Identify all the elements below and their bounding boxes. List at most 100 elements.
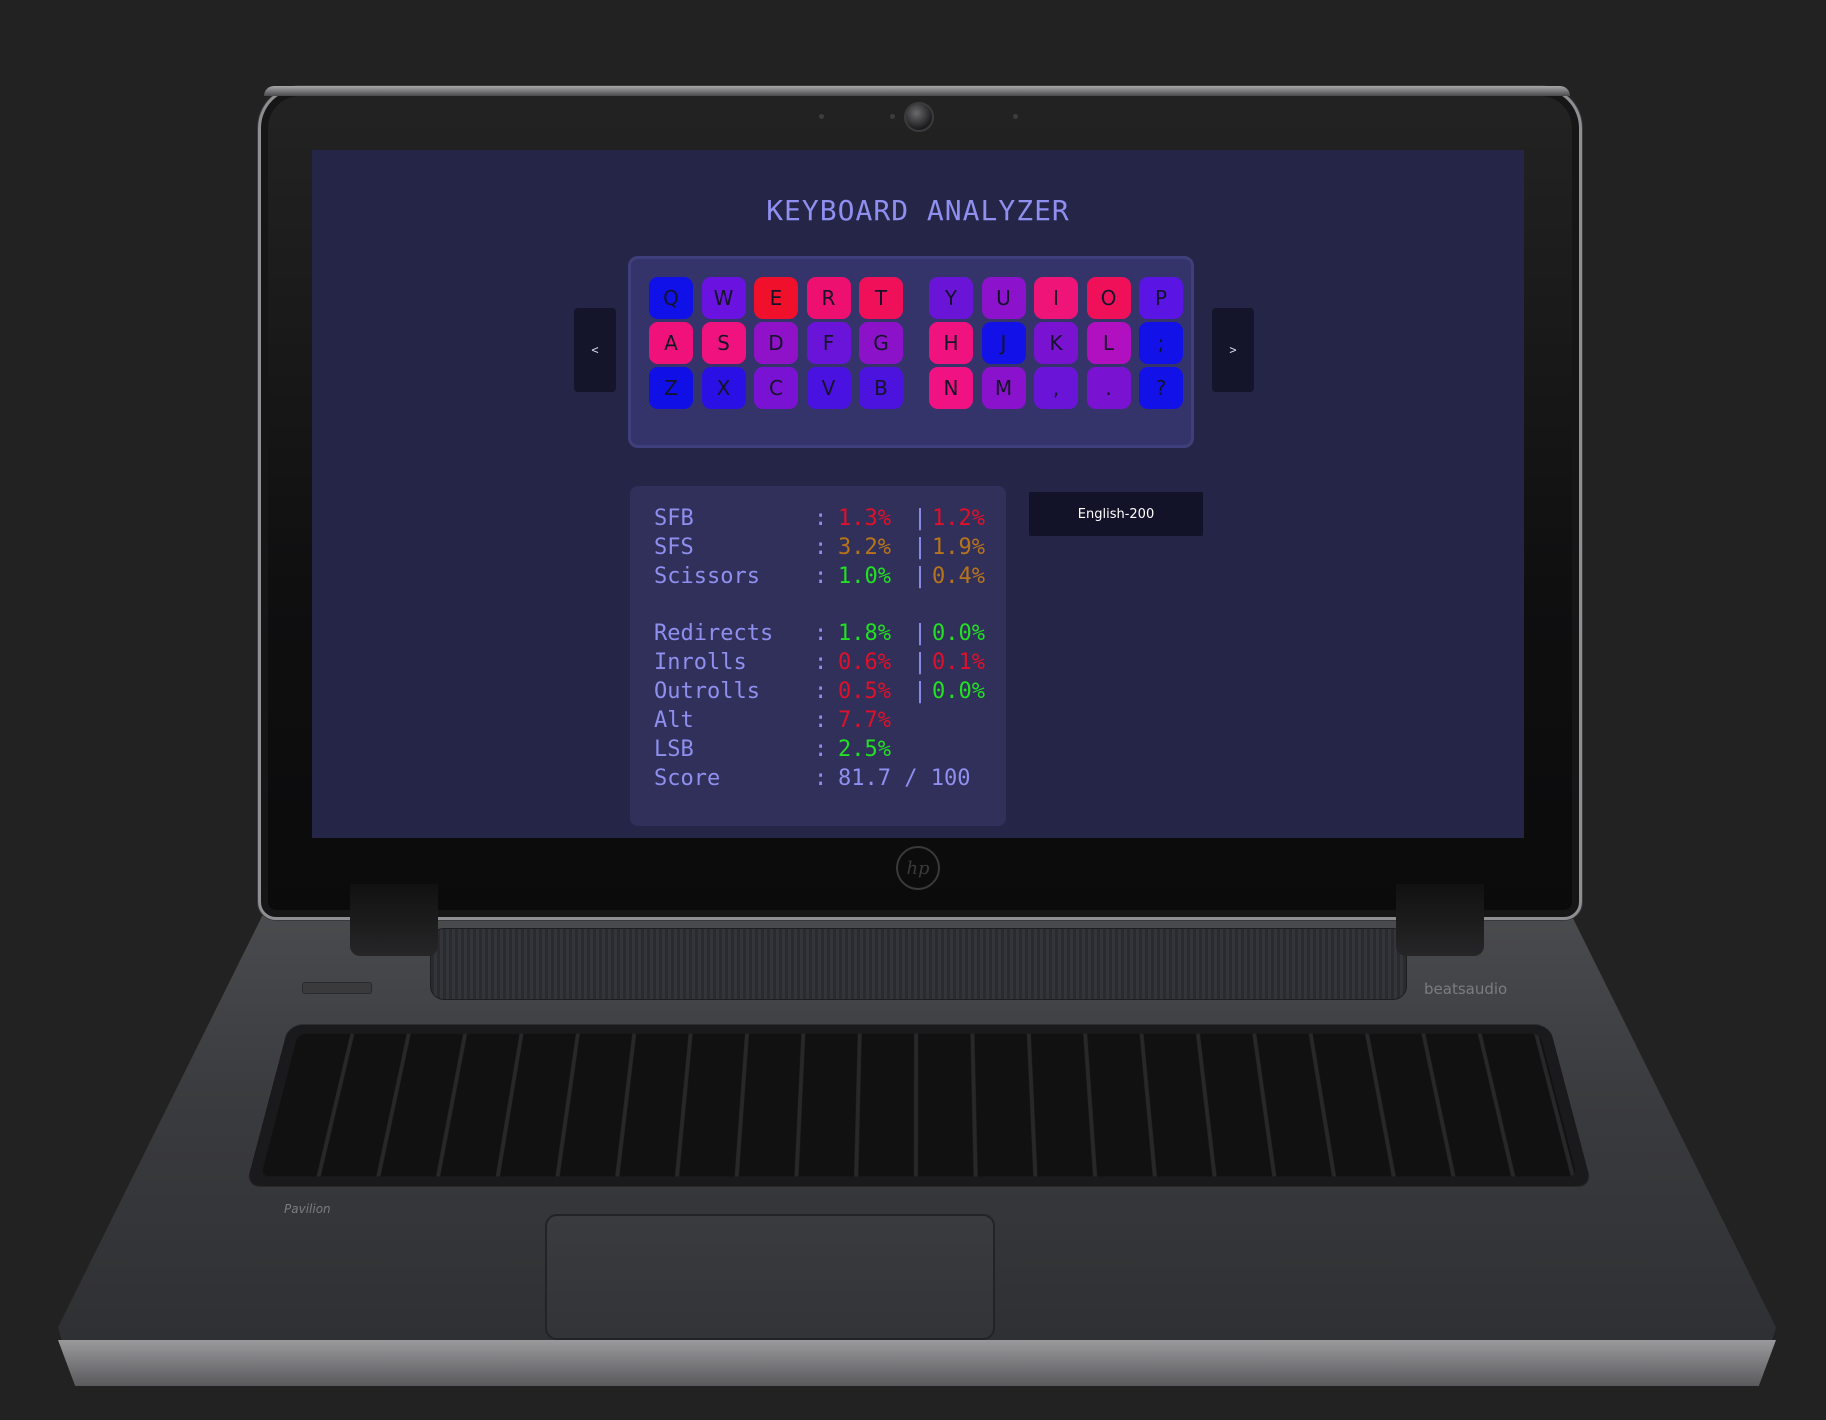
stat-label: LSB bbox=[654, 736, 694, 762]
sensor-dot bbox=[890, 114, 895, 119]
stat-separator: : bbox=[814, 563, 828, 589]
layout-key[interactable]: E bbox=[754, 277, 798, 319]
stat-row: Redirects:1.8% | 0.0% bbox=[654, 619, 1002, 647]
stat-label: SFS bbox=[654, 534, 694, 560]
layout-key[interactable]: N bbox=[929, 367, 973, 409]
stat-value-secondary: 1.9% bbox=[932, 534, 985, 560]
previous-layout-button[interactable]: < bbox=[574, 308, 616, 392]
layout-key[interactable]: U bbox=[981, 277, 1026, 319]
stats-panel: SFB:1.3% | 1.2% SFS:3.2% | 1.9% Scissors:1.0% |… bbox=[630, 486, 1006, 826]
key-row: A S D F G H J K L; bbox=[649, 322, 1192, 364]
stat-value-secondary: 1.2% bbox=[932, 505, 985, 531]
stat-separator: : bbox=[814, 534, 828, 560]
stat-row: SFS:3.2% | 1.9% bbox=[654, 533, 1002, 561]
layout-key[interactable]: . bbox=[1086, 367, 1131, 409]
stat-divider: | bbox=[913, 649, 927, 675]
layout-key[interactable]: B bbox=[859, 367, 903, 409]
stat-value-secondary: 0.0% bbox=[932, 678, 985, 704]
layout-key[interactable]: S bbox=[701, 322, 746, 364]
sensor-dot bbox=[819, 114, 824, 119]
power-button bbox=[302, 982, 372, 994]
stat-separator: : bbox=[814, 620, 828, 646]
stat-value-primary: 81.7 / 100 bbox=[838, 765, 971, 791]
stat-row: Alt:7.7% bbox=[654, 706, 908, 734]
next-layout-button[interactable]: > bbox=[1212, 308, 1254, 392]
stat-separator: : bbox=[814, 707, 828, 733]
layout-keyboard: Q W E R T Y U I O P A S D F G H J K L; Z X C V B N M,.? bbox=[628, 256, 1194, 448]
layout-key[interactable]: , bbox=[1034, 367, 1078, 409]
hinge-left bbox=[350, 884, 438, 956]
stat-row: Outrolls:0.5% | 0.0% bbox=[654, 677, 1002, 705]
stat-label: Outrolls bbox=[654, 678, 760, 704]
stat-separator: : bbox=[814, 505, 828, 531]
stat-value-secondary: 0.1% bbox=[932, 649, 985, 675]
layout-key[interactable]: Z bbox=[649, 367, 693, 409]
stat-row: LSB:2.5% bbox=[654, 735, 908, 763]
layout-key[interactable]: M bbox=[981, 367, 1026, 409]
stat-separator: : bbox=[814, 649, 828, 675]
layout-key[interactable]: G bbox=[859, 322, 903, 364]
hp-logo: hp bbox=[896, 846, 940, 890]
layout-key[interactable]: K bbox=[1034, 322, 1078, 364]
stat-separator: : bbox=[814, 736, 828, 762]
stat-value-primary: 1.0% bbox=[838, 563, 891, 589]
layout-key[interactable]: ; bbox=[1139, 322, 1183, 364]
stat-divider: | bbox=[913, 620, 927, 646]
stat-value-primary: 1.8% bbox=[838, 620, 891, 646]
stat-label: Inrolls bbox=[654, 649, 747, 675]
stat-row: SFB:1.3% | 1.2% bbox=[654, 504, 1002, 532]
stat-label: Scissors bbox=[654, 563, 760, 589]
layout-key[interactable]: A bbox=[649, 322, 693, 364]
app-title: KEYBOARD ANALYZER bbox=[766, 194, 1070, 227]
layout-key[interactable]: V bbox=[806, 367, 851, 409]
stat-divider: | bbox=[913, 678, 927, 704]
stat-value-primary: 0.6% bbox=[838, 649, 891, 675]
stat-value-primary: 1.3% bbox=[838, 505, 891, 531]
app-screen: KEYBOARD ANALYZER < > QWERTYUIOPASDFGHJK… bbox=[312, 150, 1524, 838]
layout-key[interactable]: T bbox=[859, 277, 903, 319]
layout-key[interactable]: I bbox=[1034, 277, 1078, 319]
pavilion-label: Pavilion bbox=[284, 1202, 331, 1216]
stat-label: SFB bbox=[654, 505, 694, 531]
layout-key[interactable]: X bbox=[701, 367, 746, 409]
stat-value-primary: 3.2% bbox=[838, 534, 891, 560]
speaker-grille bbox=[430, 928, 1407, 1000]
stat-row: Score:81.7 / 100 bbox=[654, 764, 971, 792]
layout-key[interactable]: Y bbox=[929, 277, 973, 319]
sensor-dot bbox=[1013, 114, 1018, 119]
stat-value-secondary: 0.4% bbox=[932, 563, 985, 589]
stat-separator: : bbox=[814, 765, 828, 791]
stat-row: Scissors:1.0% | 0.4% bbox=[654, 562, 1002, 590]
layout-key[interactable]: Q bbox=[649, 277, 693, 319]
layout-key[interactable]: F bbox=[806, 322, 851, 364]
stat-separator: : bbox=[814, 678, 828, 704]
laptop-base-edge bbox=[58, 1340, 1776, 1386]
hinge-right bbox=[1396, 884, 1484, 956]
stat-row: Inrolls:0.6% | 0.1% bbox=[654, 648, 1002, 676]
layout-key[interactable]: L bbox=[1086, 322, 1131, 364]
layout-key[interactable]: D bbox=[754, 322, 798, 364]
layout-key[interactable]: ? bbox=[1139, 367, 1183, 409]
stat-divider: | bbox=[913, 505, 927, 531]
key-row: Z X C V B N M,.? bbox=[649, 367, 1192, 409]
layout-key[interactable]: R bbox=[806, 277, 851, 319]
stat-label: Redirects bbox=[654, 620, 774, 646]
stat-label: Score bbox=[654, 765, 721, 791]
stat-divider: | bbox=[913, 563, 927, 589]
touchpad bbox=[545, 1214, 995, 1340]
stat-value-primary: 0.5% bbox=[838, 678, 891, 704]
layout-key[interactable]: O bbox=[1086, 277, 1131, 319]
corpus-selector[interactable]: English-200 bbox=[1029, 492, 1203, 536]
key-row: QWERTYUIOP bbox=[649, 277, 1192, 319]
stat-label: Alt bbox=[654, 707, 694, 733]
physical-keyboard bbox=[245, 1024, 1593, 1187]
layout-key[interactable]: H bbox=[929, 322, 973, 364]
stat-divider: | bbox=[913, 534, 927, 560]
stat-value-primary: 7.7% bbox=[838, 707, 891, 733]
stat-value-primary: 2.5% bbox=[838, 736, 891, 762]
layout-key[interactable]: P bbox=[1139, 277, 1183, 319]
layout-key[interactable]: C bbox=[754, 367, 798, 409]
layout-key[interactable]: W bbox=[701, 277, 746, 319]
layout-key[interactable]: J bbox=[981, 322, 1026, 364]
stat-value-secondary: 0.0% bbox=[932, 620, 985, 646]
